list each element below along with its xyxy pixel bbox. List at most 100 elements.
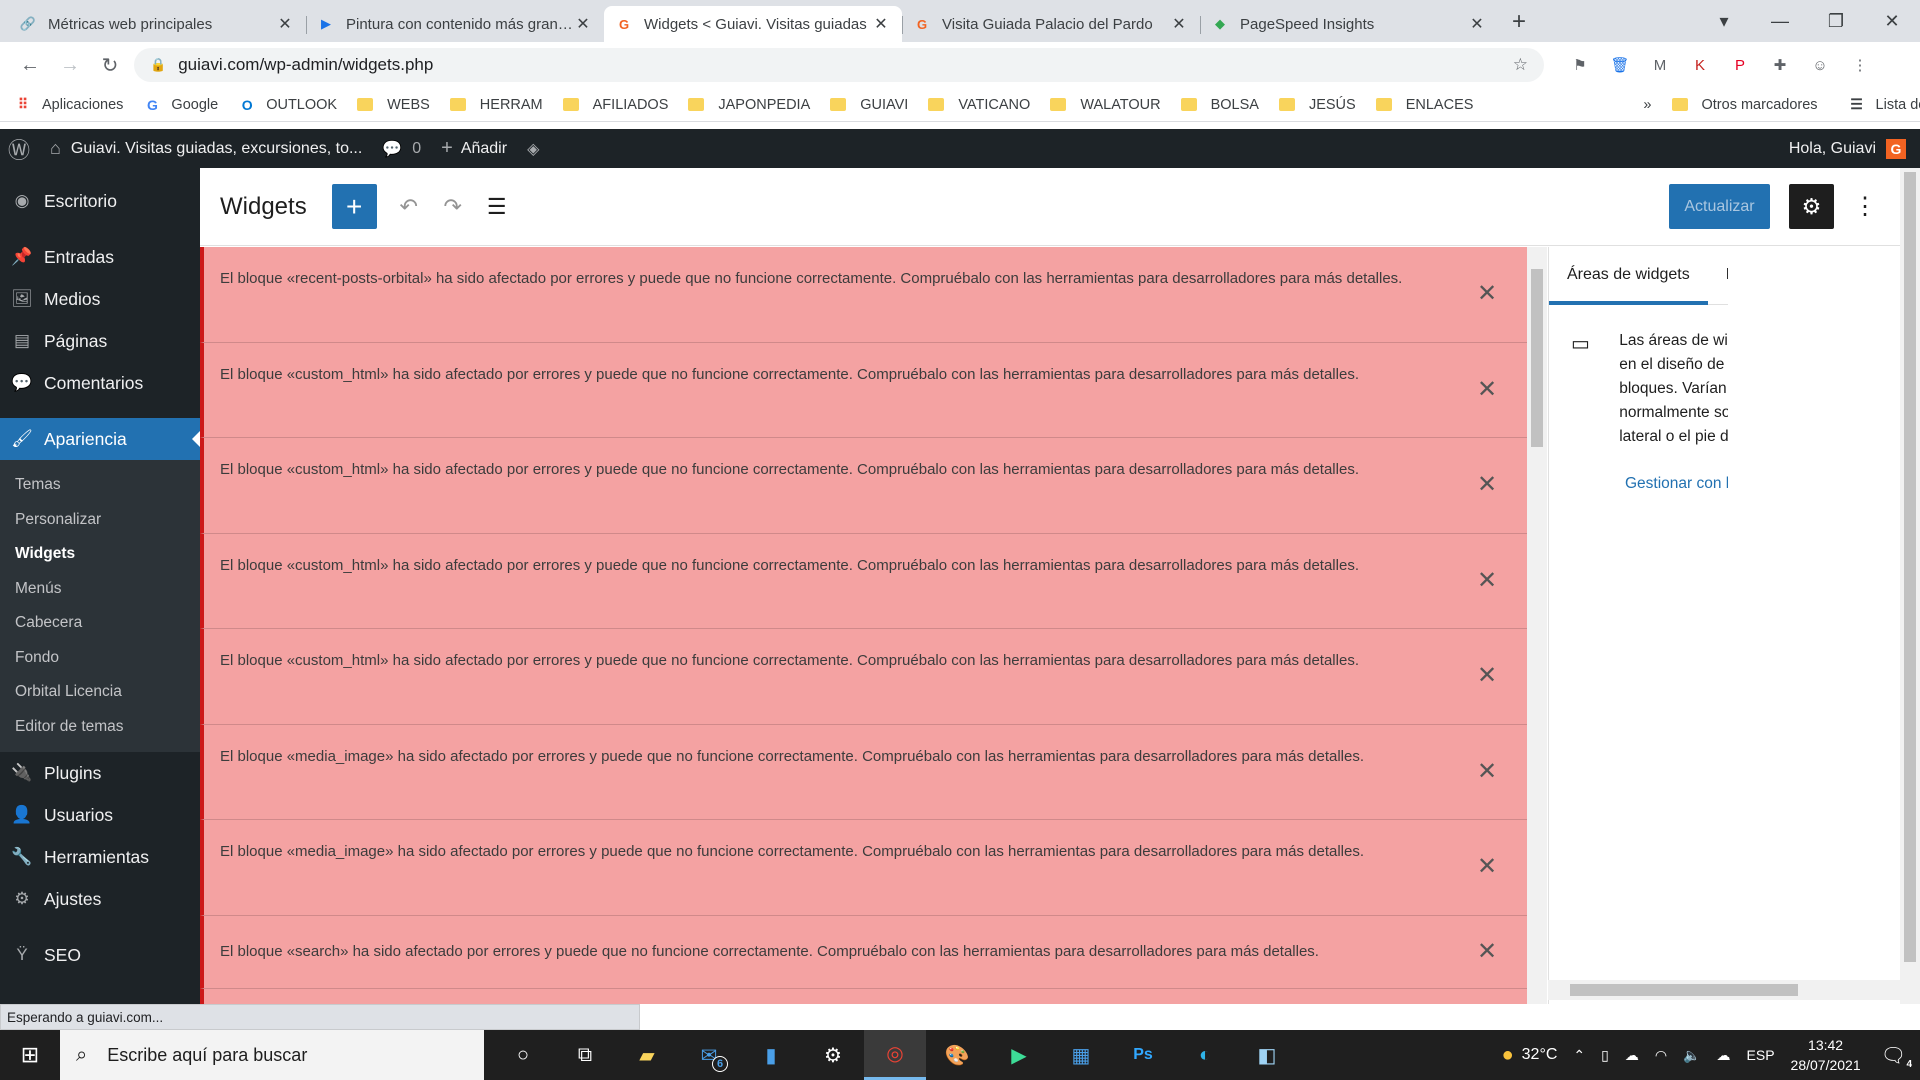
phone-app-icon[interactable]: ▮ xyxy=(740,1030,802,1080)
tab-widget-areas[interactable]: Áreas de widgets xyxy=(1549,247,1708,305)
dismiss-icon[interactable]: ✕ xyxy=(1473,471,1501,499)
browser-tab-active[interactable]: G Widgets < Guiavi. Visitas guiadas ✕ xyxy=(604,6,902,42)
extension-icon[interactable]: M xyxy=(1644,54,1676,76)
back-arrow-icon[interactable]: ← xyxy=(14,54,46,77)
dismiss-icon[interactable]: ✕ xyxy=(1473,567,1501,595)
menu-herramientas[interactable]: 🔧 Herramientas xyxy=(0,836,200,878)
close-tab-icon[interactable]: ✕ xyxy=(574,14,592,34)
diamond-icon[interactable]: ◈ xyxy=(527,139,539,159)
menu-paginas[interactable]: ▤ Páginas xyxy=(0,320,200,362)
reading-list[interactable]: ☰ Lista de lectura xyxy=(1848,96,1920,113)
wifi-icon[interactable]: ◠ xyxy=(1655,1047,1667,1064)
forward-arrow-icon[interactable]: → xyxy=(54,54,86,77)
update-button[interactable]: Actualizar xyxy=(1669,184,1770,229)
other-bookmarks-folder[interactable]: Otros marcadores xyxy=(1671,97,1818,113)
bookmark-folder[interactable]: ENLACES xyxy=(1375,97,1473,113)
comments-link[interactable]: 💬 0 xyxy=(382,139,421,159)
app-icon[interactable]: ◧ xyxy=(1236,1030,1298,1080)
app-icon[interactable]: ▶ xyxy=(988,1030,1050,1080)
redo-icon[interactable]: ↷ xyxy=(433,194,473,220)
weather-temp[interactable]: 32°C xyxy=(1522,1046,1558,1064)
cortana-icon[interactable]: ○ xyxy=(492,1030,554,1080)
settings-icon[interactable]: ⚙ xyxy=(802,1030,864,1080)
menu-escritorio[interactable]: ◉ Escritorio xyxy=(0,180,200,222)
paint-icon[interactable]: 🎨 xyxy=(926,1030,988,1080)
browser-tab[interactable]: ▶ Pintura con contenido más grande ✕ xyxy=(306,6,604,42)
clock[interactable]: 13:42 28/07/2021 xyxy=(1791,1035,1861,1075)
browser-tab[interactable]: 🔗 Métricas web principales ✕ xyxy=(8,6,306,42)
chrome-icon[interactable]: ◎ xyxy=(864,1030,926,1080)
extension-icon[interactable]: K xyxy=(1684,54,1716,76)
account-link[interactable]: Hola, Guiavi G xyxy=(1789,138,1906,159)
site-name-link[interactable]: ⌂ Guiavi. Visitas guiadas, excursiones, t… xyxy=(50,138,362,159)
pinterest-icon[interactable]: P xyxy=(1724,54,1756,76)
dismiss-icon[interactable]: ✕ xyxy=(1473,938,1501,966)
minimize-icon[interactable]: — xyxy=(1752,11,1808,32)
menu-comentarios[interactable]: 💬 Comentarios xyxy=(0,362,200,404)
bookmark-folder[interactable]: AFILIADOS xyxy=(562,97,668,113)
submenu-fondo[interactable]: Fondo xyxy=(0,641,200,676)
bookmark-folder[interactable]: JESÚS xyxy=(1278,97,1356,113)
reload-icon[interactable]: ↻ xyxy=(94,53,126,78)
bookmark-item[interactable]: G Google xyxy=(143,97,218,113)
menu-entradas[interactable]: 📌 Entradas xyxy=(0,236,200,278)
weather-sun-icon[interactable]: ● xyxy=(1502,1044,1514,1067)
chevron-up-icon[interactable]: ⌃ xyxy=(1573,1047,1585,1064)
taskbar-search[interactable]: ⌕ Escribe aquí para buscar xyxy=(60,1030,484,1080)
device-icon[interactable]: ▯ xyxy=(1601,1047,1609,1064)
volume-icon[interactable]: 🔈 xyxy=(1683,1047,1700,1064)
submenu-cabecera[interactable]: Cabecera xyxy=(0,606,200,641)
submenu-editor-temas[interactable]: Editor de temas xyxy=(0,710,200,745)
extension-icon[interactable]: ⚑ xyxy=(1564,54,1596,76)
language-indicator[interactable]: ESP xyxy=(1747,1047,1775,1063)
tab-block[interactable]: Bloque xyxy=(1708,247,1728,304)
dismiss-icon[interactable]: ✕ xyxy=(1473,280,1501,308)
close-tab-icon[interactable]: ✕ xyxy=(872,14,890,34)
submenu-personalizar[interactable]: Personalizar xyxy=(0,503,200,538)
tab-search-icon[interactable]: ▾ xyxy=(1696,11,1752,32)
page-scrollbar-thumb[interactable] xyxy=(1904,172,1916,962)
notifications-icon[interactable]: 🗨 4 xyxy=(1881,1043,1912,1070)
bookmark-folder[interactable]: BOLSA xyxy=(1180,97,1259,113)
task-view-icon[interactable]: ⧉ xyxy=(554,1030,616,1080)
edge-icon[interactable]: ◐ xyxy=(1174,1030,1236,1080)
bookmark-folder[interactable]: VATICANO xyxy=(928,97,1030,113)
new-tab-plus-icon[interactable]: + xyxy=(1498,8,1540,42)
add-block-button[interactable]: + xyxy=(331,184,377,229)
close-tab-icon[interactable]: ✕ xyxy=(1468,14,1486,34)
dismiss-icon[interactable]: ✕ xyxy=(1473,758,1501,786)
browser-tab[interactable]: ◆ PageSpeed Insights ✕ xyxy=(1200,6,1498,42)
submenu-widgets[interactable]: Widgets xyxy=(0,537,200,572)
mail-icon[interactable]: ✉ 6 xyxy=(678,1030,740,1080)
bookmark-folder[interactable]: WEBS xyxy=(357,97,430,113)
store-icon[interactable]: ▦ xyxy=(1050,1030,1112,1080)
bookmark-star-icon[interactable]: ☆ xyxy=(1513,55,1528,75)
cloud-icon[interactable]: ☁ xyxy=(1717,1047,1731,1064)
undo-icon[interactable]: ↶ xyxy=(389,194,429,220)
close-tab-icon[interactable]: ✕ xyxy=(276,14,294,34)
menu-seo[interactable]: Ÿ SEO xyxy=(0,934,200,976)
add-new-link[interactable]: + Añadir xyxy=(441,137,507,160)
lock-icon[interactable]: 🔒 xyxy=(150,57,166,73)
settings-gear-icon[interactable]: ⚙ xyxy=(1789,184,1834,229)
bookmark-folder[interactable]: HERRAM xyxy=(449,97,543,113)
bookmark-folder[interactable]: GUIAVI xyxy=(830,97,908,113)
restore-icon[interactable]: ❐ xyxy=(1808,11,1864,32)
close-tab-icon[interactable]: ✕ xyxy=(1170,14,1188,34)
photoshop-icon[interactable]: Ps xyxy=(1112,1030,1174,1080)
live-preview-link[interactable]: Gestionar con la vista previa en directo xyxy=(1625,475,1728,493)
submenu-temas[interactable]: Temas xyxy=(0,468,200,503)
list-view-icon[interactable]: ☰ xyxy=(477,194,517,220)
submenu-orbital-licencia[interactable]: Orbital Licencia xyxy=(0,675,200,710)
bookmark-folder[interactable]: WALATOUR xyxy=(1050,97,1161,113)
bookmark-item[interactable]: O OUTLOOK xyxy=(238,97,337,113)
menu-plugins[interactable]: 🔌 Plugins xyxy=(0,752,200,794)
panel-horizontal-scrollbar-thumb[interactable] xyxy=(1570,984,1798,996)
notices-scrollbar-thumb[interactable] xyxy=(1531,269,1543,447)
menu-usuarios[interactable]: 👤 Usuarios xyxy=(0,794,200,836)
submenu-menus[interactable]: Menús xyxy=(0,572,200,607)
wordpress-logo-icon[interactable]: Ⓦ xyxy=(8,133,30,165)
onedrive-icon[interactable]: ☁ xyxy=(1625,1047,1639,1064)
extensions-puzzle-icon[interactable]: ✚ xyxy=(1764,54,1796,76)
menu-apariencia[interactable]: 🖌 Apariencia xyxy=(0,418,200,460)
